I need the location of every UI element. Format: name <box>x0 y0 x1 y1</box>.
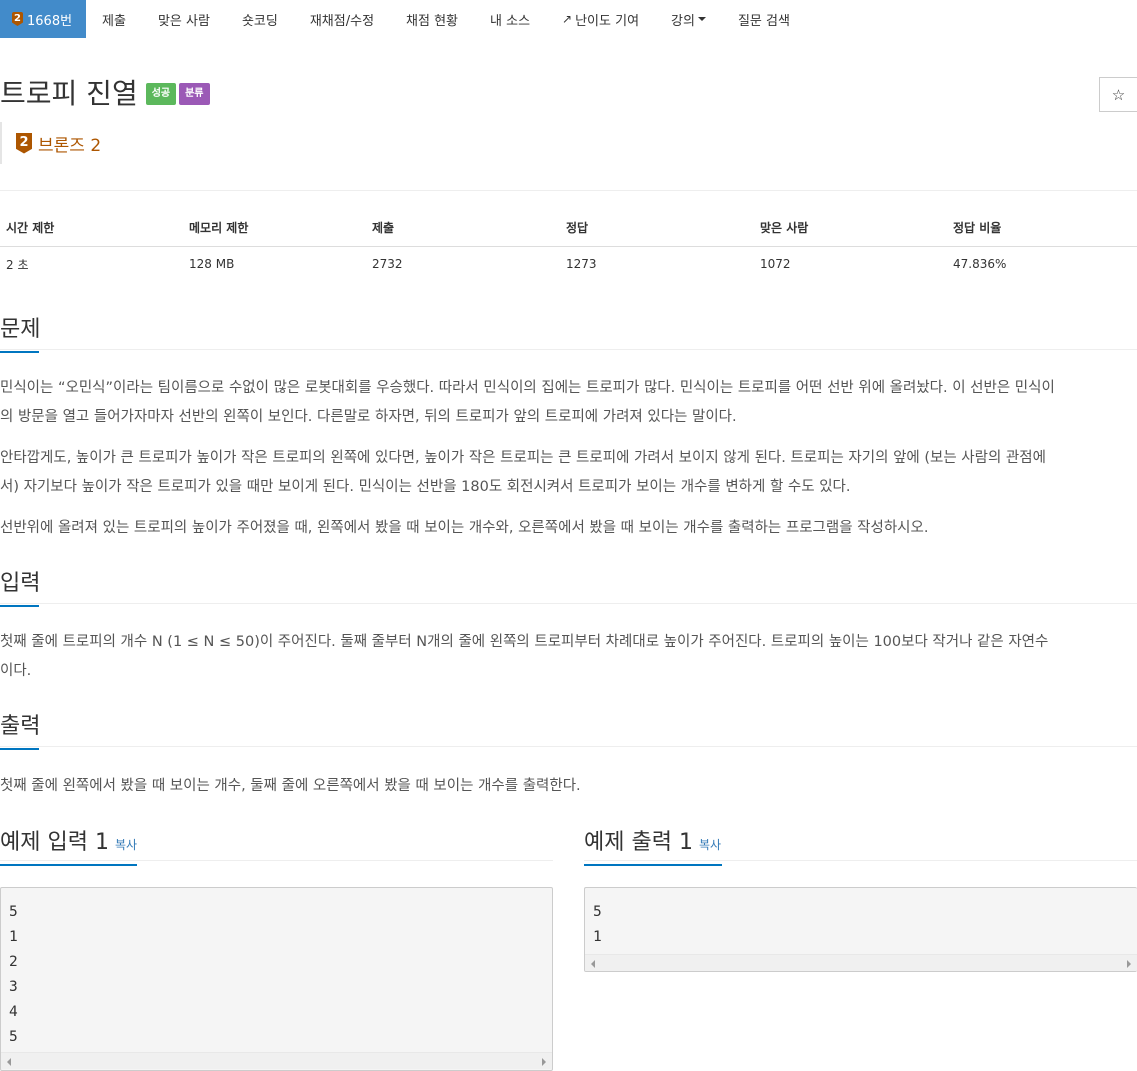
nav-problem-number[interactable]: 2 1668번 <box>0 0 87 38</box>
section-divider <box>584 860 1137 861</box>
scroll-right-icon[interactable] <box>542 1058 546 1066</box>
input-description-line: 이다. <box>0 663 32 679</box>
sample-output-box[interactable]: 51 <box>584 887 1137 972</box>
section-underline <box>0 605 39 607</box>
favorite-star-button[interactable]: ☆ <box>1099 77 1137 112</box>
problem-title: 트로피 진열 <box>0 77 138 110</box>
section-title-input-text: 입력 <box>0 571 41 596</box>
problem-description-line: 의 방문을 열고 들어가자마자 선반의 왼쪽이 보인다. 다른말로 하자면, 뒤… <box>0 409 737 425</box>
nav-question-search-label: 질문 검색 <box>737 13 790 29</box>
bronze-tier-icon: 2 <box>12 12 23 26</box>
header-submissions: 제출 <box>366 210 560 247</box>
output-description-line: 첫째 줄에 왼쪽에서 봤을 때 보이는 개수, 둘째 줄에 오른쪽에서 봤을 때… <box>0 778 581 794</box>
nav-rejudge[interactable]: 재채점/수정 <box>294 0 390 38</box>
value-memory-limit: 128 MB <box>189 257 235 272</box>
problem-description-line: 안타깝게도, 높이가 큰 트로피가 높이가 작은 트로피의 왼쪽에 있다면, 높… <box>0 450 1046 466</box>
nav-difficulty-contrib-label: 난이도 기여 <box>575 13 640 29</box>
section-underline <box>584 864 722 866</box>
value-time-limit: 2 초 <box>6 257 29 272</box>
sample-input-title: 예제 입력 1 복사 <box>0 824 137 866</box>
star-icon: ☆ <box>1111 85 1126 104</box>
success-label: 성공 <box>145 83 177 105</box>
table-row: 2 초 128 MB 2732 1273 1072 47.836% <box>0 246 1137 282</box>
nav-lecture-dropdown[interactable]: 강의 <box>655 0 722 38</box>
section-divider <box>0 746 1137 747</box>
sample-output-content: 51 <box>585 888 1137 950</box>
sample-line: 3 <box>9 979 18 995</box>
nav-solved-users-label: 맞은 사람 <box>157 13 210 29</box>
scroll-left-icon[interactable] <box>591 960 595 968</box>
sample-line: 5 <box>593 904 602 920</box>
value-accepted: 1273 <box>566 257 597 272</box>
problem-info-table: 시간 제한 메모리 제한 제출 정답 맞은 사람 정답 비율 2 초 128 M… <box>0 210 1137 282</box>
problem-header: 트로피 진열 성공 분류 <box>0 76 210 112</box>
header-solved-users: 맞은 사람 <box>754 210 947 247</box>
nav-my-source-label: 내 소스 <box>490 13 531 29</box>
tier-text: 브론즈 2 <box>38 135 102 156</box>
nav-status-label: 채점 현황 <box>406 13 459 29</box>
sample-output-title: 예제 출력 1 복사 <box>584 824 722 866</box>
section-title-output: 출력 <box>0 708 41 750</box>
section-title-problem: 문제 <box>0 311 41 353</box>
section-title-output-text: 출력 <box>0 714 41 739</box>
sample-output-title-text: 예제 출력 1 <box>584 830 693 855</box>
sample-line: 1 <box>9 929 18 945</box>
problem-description-line: 서) 자기보다 높이가 작은 트로피가 있을 때만 보이게 된다. 민식이는 선… <box>0 479 851 495</box>
header-accepted: 정답 <box>560 210 754 247</box>
scroll-right-icon[interactable] <box>1127 960 1131 968</box>
section-underline <box>0 748 39 750</box>
section-title-input: 입력 <box>0 565 41 607</box>
input-description-line: 첫째 줄에 트로피의 개수 N (1 ≤ N ≤ 50)이 주어진다. 둘째 줄… <box>0 634 1049 650</box>
horizontal-scrollbar[interactable] <box>585 954 1137 971</box>
header-memory-limit: 메모리 제한 <box>183 210 366 247</box>
problem-description-line: 선반위에 올려져 있는 트로피의 높이가 주어졌을 때, 왼쪽에서 봤을 때 보… <box>0 520 929 536</box>
problem-tier: 2 브론즈 2 <box>0 122 101 164</box>
horizontal-scrollbar[interactable] <box>1 1052 552 1069</box>
bronze-tier-icon: 2 <box>16 132 32 154</box>
problem-nav: 2 1668번 제출 맞은 사람 숏코딩 재채점/수정 채점 현황 내 소스 ↗… <box>0 0 1137 38</box>
category-label[interactable]: 분류 <box>179 83 210 105</box>
nav-status[interactable]: 채점 현황 <box>390 0 474 38</box>
sample-input-title-text: 예제 입력 1 <box>0 830 109 855</box>
problem-description-line: 민식이는 “오민식”이라는 팀이름으로 수없이 많은 로봇대회를 우승했다. 따… <box>0 380 1055 396</box>
nav-solved-users[interactable]: 맞은 사람 <box>142 0 226 38</box>
section-title-problem-text: 문제 <box>0 317 41 342</box>
sample-line: 2 <box>9 954 18 970</box>
caret-down-icon <box>697 17 706 21</box>
section-underline <box>0 864 137 866</box>
value-accept-ratio: 47.836% <box>953 257 1007 272</box>
sample-line: 5 <box>9 904 18 920</box>
nav-short-coding[interactable]: 숏코딩 <box>226 0 294 38</box>
sample-input-box[interactable]: 5 1 2 3 4 5 <box>0 887 553 1071</box>
nav-question-search[interactable]: 질문 검색 <box>722 0 806 38</box>
nav-short-coding-label: 숏코딩 <box>241 13 278 29</box>
scroll-left-icon[interactable] <box>7 1058 11 1066</box>
nav-submit[interactable]: 제출 <box>86 0 142 38</box>
header-accept-ratio: 정답 비율 <box>947 210 1137 247</box>
value-solved-users: 1072 <box>760 257 791 272</box>
value-submissions: 2732 <box>372 257 403 272</box>
copy-sample-output-button[interactable]: 복사 <box>699 838 721 852</box>
nav-rejudge-label: 재채점/수정 <box>309 13 375 29</box>
section-underline <box>0 351 39 353</box>
section-divider <box>0 860 553 861</box>
copy-sample-input-button[interactable]: 복사 <box>115 838 137 852</box>
nav-submit-label: 제출 <box>102 13 126 29</box>
section-divider <box>0 349 1137 350</box>
sample-line: 1 <box>593 929 602 945</box>
header-time-limit: 시간 제한 <box>0 210 183 247</box>
divider <box>0 190 1137 191</box>
sample-line: 5 <box>9 1029 18 1045</box>
section-divider <box>0 603 1137 604</box>
sample-line: 4 <box>9 1004 18 1020</box>
nav-lecture-label: 강의 <box>671 13 695 29</box>
external-link-icon: ↗ <box>562 12 573 26</box>
nav-difficulty-contrib[interactable]: ↗ 난이도 기여 <box>546 0 655 38</box>
nav-problem-number-label: 1668번 <box>27 13 73 29</box>
sample-input-content: 5 1 2 3 4 5 <box>1 888 552 1050</box>
table-header-row: 시간 제한 메모리 제한 제출 정답 맞은 사람 정답 비율 <box>0 210 1137 247</box>
nav-my-source[interactable]: 내 소스 <box>474 0 546 38</box>
